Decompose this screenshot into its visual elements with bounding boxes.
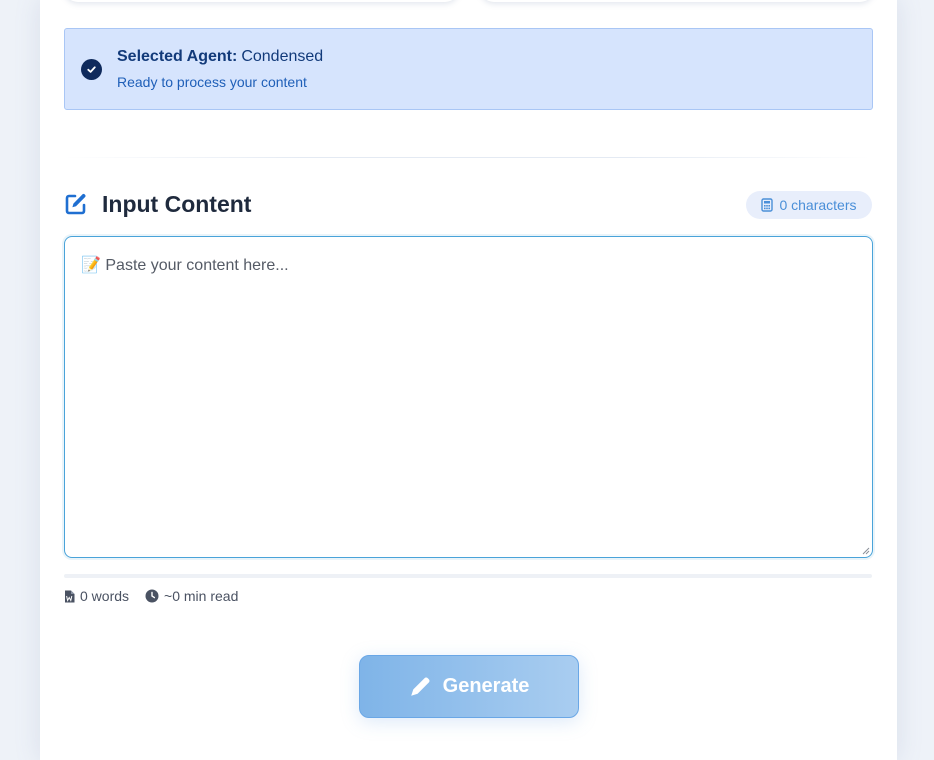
- read-time-stat: ~0 min read: [145, 588, 238, 604]
- selected-agent-banner: Selected Agent: Condensed Ready to proces…: [64, 28, 873, 110]
- character-count-badge: 0 characters: [746, 191, 872, 219]
- agent-card-partial[interactable]: [480, 0, 874, 2]
- generate-button-label: Generate: [442, 675, 530, 697]
- generate-button[interactable]: Generate: [359, 655, 579, 718]
- clock-icon: [145, 589, 159, 603]
- content-input[interactable]: [65, 237, 872, 557]
- input-section-title: Input Content: [102, 190, 252, 217]
- section-divider: [64, 157, 871, 158]
- character-count: 0 characters: [779, 197, 857, 213]
- content-stats: 0 words ~0 min read: [64, 588, 238, 604]
- selected-agent-line: Selected Agent: Condensed: [117, 48, 323, 66]
- file-word-icon: [65, 590, 75, 602]
- content-progress-track: [64, 574, 872, 578]
- selected-agent-label: Selected Agent:: [117, 48, 238, 65]
- word-count-stat: 0 words: [64, 588, 129, 604]
- resize-grip-icon[interactable]: [862, 547, 870, 555]
- check-circle-icon: [81, 59, 102, 80]
- edit-icon: [65, 194, 86, 215]
- agent-card-partial[interactable]: [64, 0, 459, 2]
- selected-agent-name: Condensed: [241, 48, 324, 65]
- calculator-icon: [761, 198, 774, 212]
- content-input-wrapper: [64, 236, 873, 558]
- main-panel: Selected Agent: Condensed Ready to proces…: [40, 0, 897, 760]
- pencil-icon: [410, 677, 430, 696]
- word-count: 0 words: [80, 588, 130, 604]
- read-time: ~0 min read: [164, 588, 239, 604]
- input-section-header: Input Content: [64, 188, 251, 220]
- selected-agent-status: Ready to process your content: [117, 74, 307, 90]
